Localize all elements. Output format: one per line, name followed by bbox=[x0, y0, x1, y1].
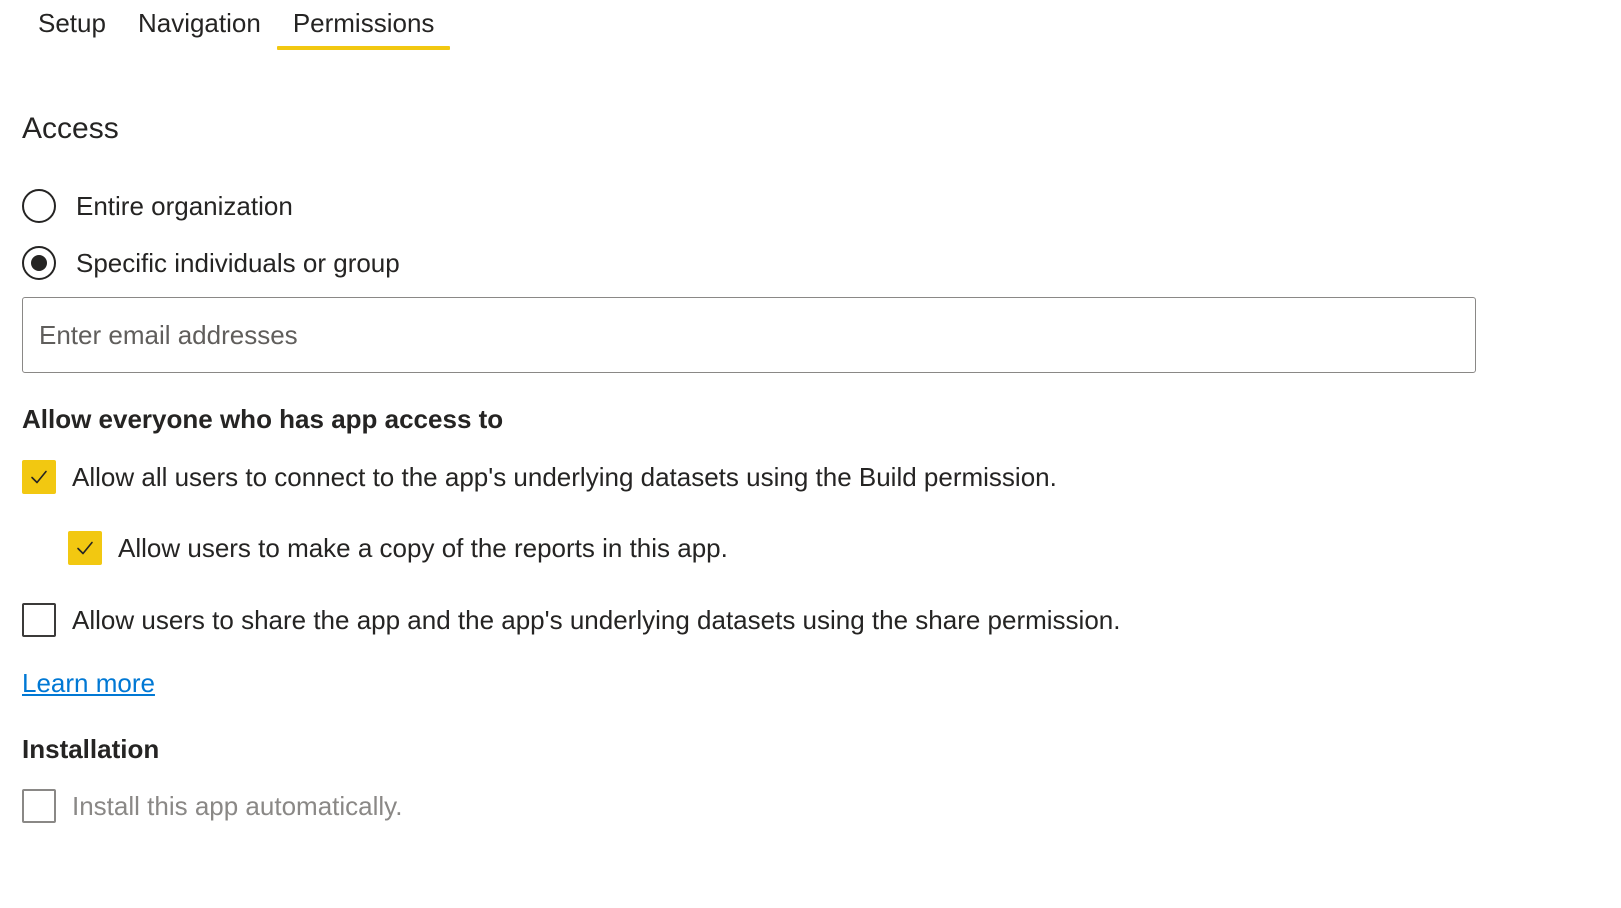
radio-label: Entire organization bbox=[76, 190, 293, 221]
tab-permissions[interactable]: Permissions bbox=[276, 0, 451, 50]
auto-install-label: Install this app automatically. bbox=[72, 790, 403, 821]
build-permission-label: Allow all users to connect to the app's … bbox=[72, 461, 1057, 492]
radio-entire-organization[interactable]: Entire organization bbox=[22, 186, 293, 226]
auto-install-option[interactable]: Install this app automatically. bbox=[22, 786, 402, 826]
build-permission-checkbox[interactable] bbox=[22, 460, 56, 494]
radio-button-unselected[interactable] bbox=[22, 189, 56, 223]
installation-heading: Installation bbox=[22, 734, 160, 764]
copy-reports-option[interactable]: Allow users to make a copy of the report… bbox=[68, 528, 728, 568]
build-permission-option[interactable]: Allow all users to connect to the app's … bbox=[22, 457, 1057, 497]
radio-specific-individuals[interactable]: Specific individuals or group bbox=[22, 243, 400, 283]
access-heading: Access bbox=[22, 112, 119, 145]
email-input[interactable] bbox=[23, 298, 1475, 372]
copy-reports-label: Allow users to make a copy of the report… bbox=[118, 532, 728, 563]
share-permission-label: Allow users to share the app and the app… bbox=[72, 604, 1121, 635]
share-permission-checkbox[interactable] bbox=[22, 603, 56, 637]
share-permission-option[interactable]: Allow users to share the app and the app… bbox=[22, 600, 1120, 640]
tab-navigation[interactable]: Navigation bbox=[122, 0, 277, 50]
copy-reports-checkbox[interactable] bbox=[68, 531, 102, 565]
email-input-container bbox=[22, 297, 1476, 373]
checkmark-icon bbox=[31, 470, 47, 484]
radio-button-selected[interactable] bbox=[22, 246, 56, 280]
checkmark-icon bbox=[77, 541, 93, 555]
auto-install-checkbox[interactable] bbox=[22, 789, 56, 823]
radio-label: Specific individuals or group bbox=[76, 247, 400, 278]
tab-bar: Setup Navigation Permissions bbox=[22, 0, 451, 54]
allow-heading: Allow everyone who has app access to bbox=[22, 404, 504, 434]
learn-more-link[interactable]: Learn more bbox=[22, 668, 155, 699]
tab-setup[interactable]: Setup bbox=[22, 0, 122, 50]
